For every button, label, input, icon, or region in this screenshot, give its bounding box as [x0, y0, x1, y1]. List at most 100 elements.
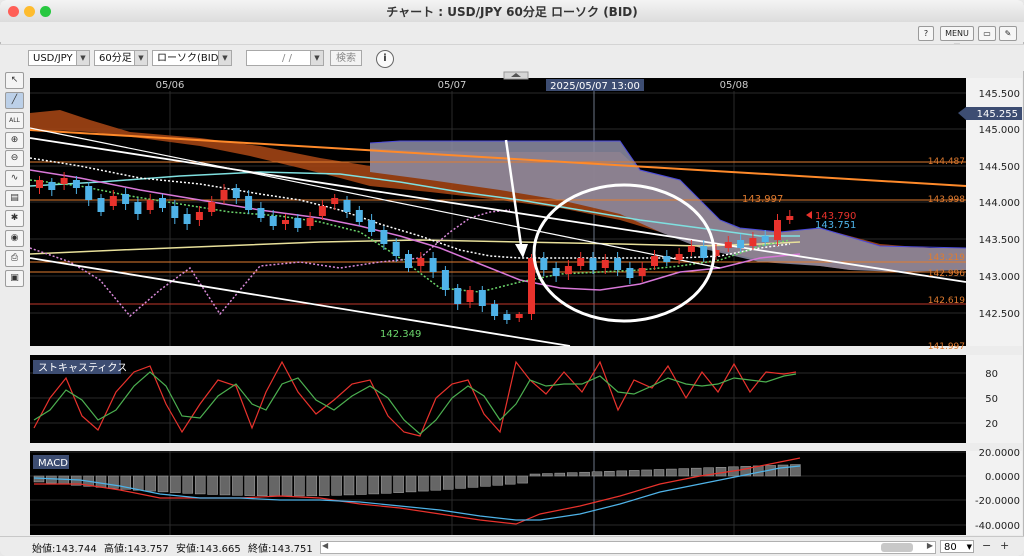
- horizontal-scrollbar[interactable]: ◀ ▶: [320, 541, 936, 554]
- candle-body[interactable]: [85, 186, 93, 200]
- candle-body[interactable]: [60, 178, 68, 184]
- macd-bar: [145, 475, 156, 492]
- macd-bar: [666, 468, 677, 477]
- candle-body[interactable]: [72, 180, 80, 188]
- macd-bar: [170, 475, 181, 493]
- candle-body[interactable]: [564, 266, 572, 274]
- candle-body[interactable]: [269, 216, 277, 226]
- candle-body[interactable]: [700, 246, 708, 258]
- date-label-0507: 05/07: [438, 80, 467, 91]
- zoom-in-icon[interactable]: +: [1000, 539, 1009, 552]
- candle-body[interactable]: [245, 196, 253, 210]
- candle-body[interactable]: [454, 288, 462, 304]
- candle-body[interactable]: [306, 218, 314, 226]
- macd-bar: [157, 475, 169, 493]
- candle-body[interactable]: [503, 314, 511, 320]
- price-tick: 145.000: [979, 125, 1020, 136]
- open-price: 始値:143.744: [32, 544, 97, 555]
- zoom-out-icon[interactable]: −: [982, 539, 991, 552]
- macd-bar: [294, 475, 305, 497]
- candle-body[interactable]: [663, 256, 671, 262]
- candle-body[interactable]: [220, 190, 228, 200]
- candle-body[interactable]: [737, 240, 745, 248]
- candle-body[interactable]: [601, 260, 609, 268]
- candle-body[interactable]: [97, 198, 105, 212]
- candle-body[interactable]: [183, 214, 191, 224]
- price-line-label: 144.487: [928, 157, 965, 167]
- candle-body[interactable]: [761, 236, 769, 242]
- candle-body[interactable]: [577, 258, 585, 266]
- candle-body[interactable]: [466, 290, 474, 302]
- scroll-left-icon[interactable]: ◀: [322, 541, 328, 550]
- candle-body[interactable]: [724, 242, 732, 248]
- macd-bar: [653, 469, 665, 477]
- candle-body[interactable]: [638, 268, 646, 276]
- candle-body[interactable]: [122, 194, 130, 204]
- macd-tick: 20.0000: [979, 448, 1020, 459]
- candle-body[interactable]: [146, 200, 154, 210]
- candle-body[interactable]: [134, 202, 142, 214]
- macd-bar: [132, 475, 144, 491]
- chevron-down-icon: ▼: [966, 543, 972, 551]
- candle-body[interactable]: [405, 254, 412, 268]
- candle-body[interactable]: [36, 180, 43, 188]
- candle-body[interactable]: [626, 268, 634, 278]
- candle-body[interactable]: [282, 220, 289, 224]
- scroll-thumb[interactable]: [881, 543, 913, 552]
- zoom-select[interactable]: 80 ▼: [940, 540, 974, 553]
- candle-body[interactable]: [675, 254, 683, 260]
- scroll-right-icon[interactable]: ▶: [927, 541, 933, 550]
- candle-body[interactable]: [343, 200, 351, 212]
- candle-body[interactable]: [159, 198, 166, 208]
- candle-body[interactable]: [355, 210, 363, 222]
- candle-body[interactable]: [589, 258, 597, 270]
- macd-bar: [46, 475, 57, 484]
- macd-tick: -20.0000: [975, 496, 1020, 507]
- candle-body[interactable]: [232, 188, 240, 198]
- macd-bar: [108, 475, 119, 489]
- macd-bar: [542, 473, 553, 477]
- candle-body[interactable]: [491, 304, 499, 316]
- macd-bar: [368, 475, 380, 495]
- macd-title: MACD: [38, 458, 68, 469]
- candle-body[interactable]: [48, 182, 56, 190]
- candle-body[interactable]: [331, 198, 339, 204]
- candle-body[interactable]: [478, 290, 486, 306]
- candle-body[interactable]: [392, 242, 400, 256]
- candle-body[interactable]: [651, 256, 658, 266]
- stochastic-tick: 20: [985, 419, 998, 430]
- crosshair-time-label: 2025/05/07 13:00: [550, 81, 640, 92]
- candle-body[interactable]: [171, 206, 179, 218]
- macd-bar: [380, 475, 392, 494]
- price-tick: 144.500: [979, 162, 1020, 173]
- candle-body[interactable]: [528, 258, 535, 314]
- price-tick: 145.500: [979, 89, 1020, 100]
- macd-bar: [318, 475, 330, 496]
- candle-body[interactable]: [749, 238, 757, 246]
- candle-body[interactable]: [257, 208, 265, 218]
- candle-body[interactable]: [441, 270, 449, 290]
- candle-body[interactable]: [614, 258, 622, 270]
- price-tick: 142.500: [979, 309, 1020, 320]
- candle-body[interactable]: [208, 202, 216, 212]
- macd-bar: [467, 475, 479, 488]
- candle-body[interactable]: [540, 258, 548, 270]
- candle-body[interactable]: [417, 258, 425, 266]
- candle-body[interactable]: [552, 268, 560, 276]
- candle-body[interactable]: [109, 196, 117, 206]
- candle-body[interactable]: [195, 212, 203, 220]
- candle-body[interactable]: [786, 216, 794, 220]
- candle-body[interactable]: [429, 258, 437, 272]
- stochastic-ticks: 80 50 20: [985, 369, 998, 430]
- macd-bar: [194, 475, 206, 495]
- candle-body[interactable]: [380, 230, 388, 244]
- candle-body[interactable]: [687, 246, 695, 252]
- macd-bar: [604, 471, 615, 477]
- macd-bar: [616, 470, 628, 477]
- macd-bar: [343, 475, 355, 496]
- candle-body[interactable]: [294, 218, 302, 228]
- candle-body[interactable]: [368, 220, 376, 232]
- candle-body[interactable]: [318, 206, 326, 216]
- candle-body[interactable]: [774, 220, 781, 240]
- candle-body[interactable]: [515, 314, 523, 318]
